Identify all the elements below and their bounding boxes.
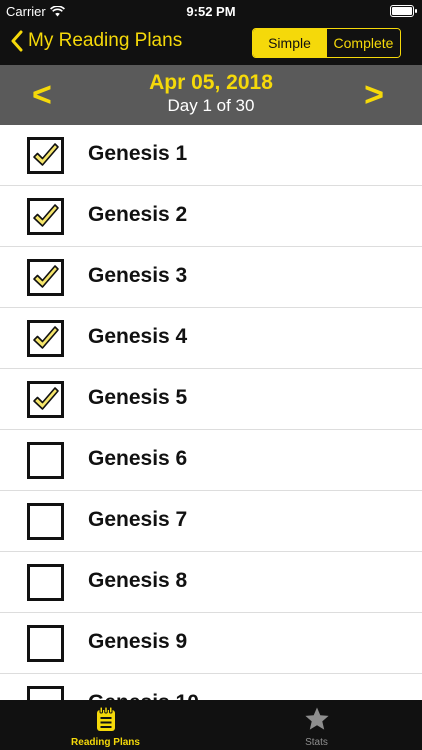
list-item[interactable]: Genesis 6	[0, 430, 422, 491]
list-item[interactable]: Genesis 7	[0, 491, 422, 552]
checkbox[interactable]	[27, 259, 64, 296]
reading-date: Apr 05, 2018	[149, 71, 273, 94]
list-item[interactable]: Genesis 5	[0, 369, 422, 430]
list-item[interactable]: Genesis 1	[0, 125, 422, 186]
checkbox[interactable]	[27, 137, 64, 174]
list-item[interactable]: Genesis 10	[0, 674, 422, 700]
checkbox[interactable]	[27, 564, 64, 601]
checkbox[interactable]	[27, 442, 64, 479]
status-time: 9:52 PM	[186, 4, 236, 19]
day-progress: Day 1 of 30	[167, 96, 255, 115]
segment-simple[interactable]: Simple	[253, 29, 326, 57]
checkbox[interactable]	[27, 686, 64, 700]
star-icon	[304, 707, 329, 730]
reading-label: Genesis 8	[88, 569, 188, 592]
checkmark-icon	[33, 204, 59, 227]
segment-complete[interactable]: Complete	[326, 29, 400, 57]
reading-label: Genesis 9	[88, 630, 188, 653]
reading-label: Genesis 2	[88, 203, 188, 226]
list-item[interactable]: Genesis 4	[0, 308, 422, 369]
tab-label: Stats	[305, 737, 328, 748]
list-item[interactable]: Genesis 3	[0, 247, 422, 308]
checkbox[interactable]	[27, 625, 64, 662]
status-bar: Carrier 9:52 PM	[0, 0, 422, 22]
reading-label: Genesis 7	[88, 508, 188, 531]
notepad-icon	[96, 706, 115, 731]
checkmark-icon	[33, 387, 59, 410]
list-item[interactable]: Genesis 2	[0, 186, 422, 247]
reading-label: Genesis 5	[88, 386, 188, 409]
date-header: < Apr 05, 2018 Day 1 of 30 >	[0, 65, 422, 125]
checkbox[interactable]	[27, 198, 64, 235]
checkmark-icon	[33, 143, 59, 166]
reading-label: Genesis 3	[88, 264, 188, 287]
reading-label: Genesis 10	[88, 691, 199, 700]
checkbox[interactable]	[27, 320, 64, 357]
view-mode-segmented-control: Simple Complete	[252, 28, 401, 58]
checkbox[interactable]	[27, 503, 64, 540]
back-button-label: My Reading Plans	[28, 30, 183, 51]
list-item[interactable]: Genesis 9	[0, 613, 422, 674]
battery-icon	[390, 5, 417, 17]
checkmark-icon	[33, 265, 59, 288]
chevron-left-icon	[11, 30, 23, 52]
back-button[interactable]: My Reading Plans	[10, 30, 182, 52]
tab-reading-plans[interactable]: Reading Plans	[0, 700, 211, 750]
tab-bar: Reading Plans Stats	[0, 700, 422, 750]
reading-label: Genesis 4	[88, 325, 188, 348]
nav-bar: My Reading Plans Simple Complete	[0, 22, 422, 65]
list-item[interactable]: Genesis 8	[0, 552, 422, 613]
next-day-button[interactable]: >	[364, 75, 384, 115]
reading-label: Genesis 1	[88, 142, 188, 165]
reading-label: Genesis 6	[88, 447, 188, 470]
checkbox[interactable]	[27, 381, 64, 418]
checkmark-icon	[33, 326, 59, 349]
reading-list: Genesis 1 Genesis 2 Genesis 3 Genesis 4 …	[0, 125, 422, 700]
tab-stats[interactable]: Stats	[211, 700, 422, 750]
tab-label: Reading Plans	[71, 737, 140, 748]
